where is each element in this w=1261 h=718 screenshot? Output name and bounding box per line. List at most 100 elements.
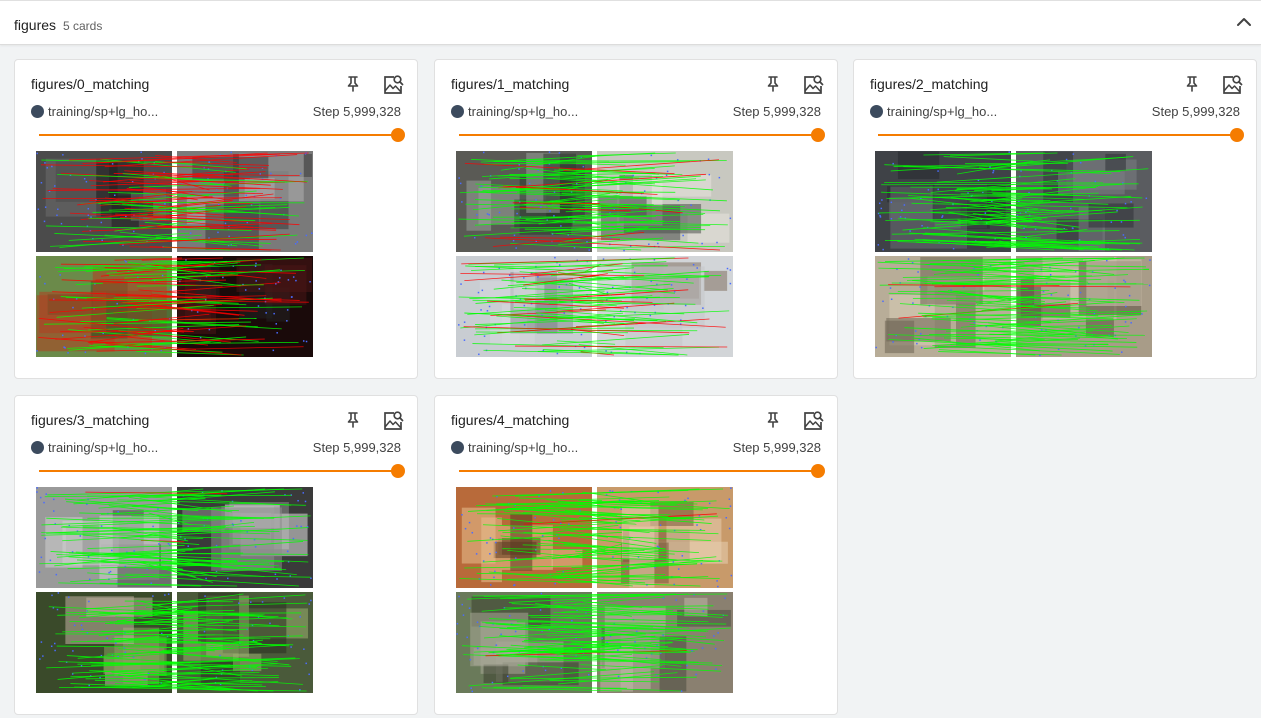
slider-track: [459, 470, 821, 472]
image-region: [884, 320, 915, 354]
keypoint: [914, 330, 917, 332]
step-slider[interactable]: [878, 128, 1244, 144]
keypoint: [111, 163, 114, 165]
keypoint: [984, 212, 987, 214]
keypoint: [500, 633, 502, 636]
keypoint: [1079, 162, 1082, 164]
slider-thumb[interactable]: [391, 464, 405, 478]
matching-figure[interactable]: [36, 151, 313, 358]
keypoint: [60, 222, 63, 225]
keypoint: [903, 204, 906, 206]
keypoint: [1124, 321, 1127, 323]
keypoint: [892, 162, 894, 165]
keypoint: [1120, 221, 1123, 223]
step-slider[interactable]: [459, 128, 825, 144]
keypoint: [498, 211, 501, 214]
step-slider[interactable]: [39, 464, 405, 480]
chevron-up-icon[interactable]: [1234, 13, 1254, 31]
keypoint: [471, 690, 473, 693]
keypoint: [696, 524, 698, 526]
keypoint: [522, 670, 524, 672]
keypoint: [204, 595, 206, 597]
image-search-icon[interactable]: [381, 73, 405, 97]
keypoint: [40, 641, 43, 643]
keypoint: [917, 271, 919, 273]
keypoint: [245, 194, 248, 197]
keypoint: [1148, 284, 1151, 287]
keypoint: [88, 578, 91, 581]
keypoint: [469, 658, 472, 661]
keypoint: [523, 277, 525, 279]
keypoint: [269, 622, 271, 625]
keypoint: [702, 307, 704, 309]
keypoint: [611, 490, 614, 493]
keypoint: [941, 215, 944, 217]
keypoint: [554, 256, 556, 259]
matching-figure[interactable]: [875, 151, 1152, 358]
step-label: Step 5,999,328: [312, 440, 401, 455]
step-slider[interactable]: [39, 128, 405, 144]
keypoint: [476, 621, 479, 623]
matching-figure[interactable]: [36, 487, 313, 694]
slider-thumb[interactable]: [811, 128, 825, 142]
keypoint: [463, 339, 466, 341]
keypoint: [468, 521, 471, 524]
keypoint: [563, 312, 566, 314]
keypoint: [558, 286, 561, 288]
keypoint: [482, 560, 485, 562]
keypoint: [1130, 322, 1132, 324]
slider-thumb[interactable]: [391, 128, 405, 142]
image-search-icon[interactable]: [801, 73, 825, 97]
keypoint: [979, 339, 981, 341]
run-name: training/sp+lg_ho...: [887, 104, 998, 119]
matching-figure[interactable]: [456, 151, 733, 358]
keypoint: [523, 304, 526, 307]
match-line-good: [510, 207, 639, 210]
keypoint: [1110, 221, 1113, 223]
keypoint: [602, 258, 605, 260]
keypoint: [992, 171, 994, 174]
keypoint: [539, 609, 542, 611]
keypoint: [673, 290, 676, 293]
matching-figure[interactable]: [456, 487, 733, 694]
pin-icon[interactable]: [343, 74, 363, 94]
keypoint: [475, 553, 478, 555]
image-region: [1105, 153, 1126, 171]
keypoint: [38, 571, 41, 573]
slider-thumb[interactable]: [1230, 128, 1244, 142]
keypoint: [659, 524, 662, 526]
keypoint: [109, 570, 112, 573]
pin-icon[interactable]: [1182, 74, 1202, 94]
keypoint: [45, 493, 48, 495]
matching-figure-canvas: [875, 151, 1152, 357]
slider-thumb[interactable]: [811, 464, 825, 478]
step-slider[interactable]: [459, 464, 825, 480]
keypoint: [36, 152, 38, 155]
pin-icon[interactable]: [343, 410, 363, 430]
pin-icon[interactable]: [763, 74, 783, 94]
keypoint: [1078, 326, 1080, 329]
keypoint: [218, 203, 220, 206]
keypoint: [662, 634, 664, 636]
keypoint: [161, 274, 164, 277]
keypoint: [880, 207, 883, 210]
keypoint: [937, 188, 939, 191]
image-search-icon[interactable]: [801, 409, 825, 433]
keypoint: [606, 291, 609, 294]
keypoint: [682, 234, 684, 237]
keypoint: [258, 288, 261, 290]
keypoint: [717, 632, 719, 634]
keypoint: [39, 658, 41, 660]
keypoint: [39, 276, 41, 278]
keypoint: [666, 170, 669, 173]
keypoint: [86, 503, 88, 505]
keypoint: [626, 306, 628, 309]
keypoint: [55, 573, 58, 576]
keypoint: [53, 642, 56, 645]
keypoint: [684, 304, 687, 307]
keypoint: [927, 189, 930, 191]
image-search-icon[interactable]: [381, 409, 405, 433]
pin-icon[interactable]: [763, 410, 783, 430]
keypoint: [583, 346, 586, 349]
image-search-icon[interactable]: [1220, 73, 1244, 97]
